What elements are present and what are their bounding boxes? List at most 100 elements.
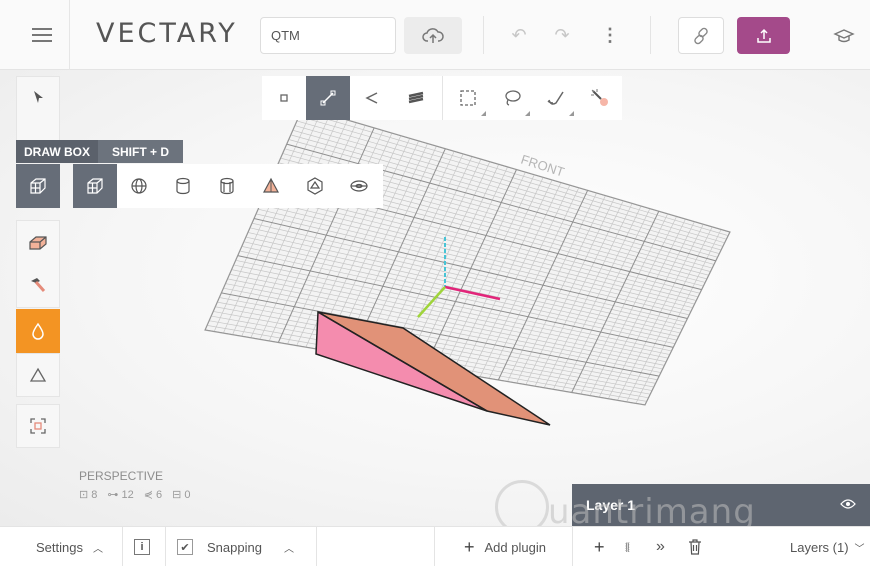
- layers-dropdown[interactable]: Layers (1) ﹀: [790, 527, 865, 566]
- vertex-icon: [280, 94, 288, 102]
- tooltip-label: DRAW BOX: [16, 140, 98, 163]
- add-plugin-button[interactable]: + Add plugin: [464, 527, 546, 566]
- chevron-up-icon: ︿: [283, 543, 294, 555]
- select-arrow-button[interactable]: [31, 89, 45, 108]
- snapping-toggle[interactable]: ✔ Snapping ︿: [177, 527, 294, 566]
- extrude-tool-button[interactable]: [28, 221, 48, 264]
- box-select-button[interactable]: [447, 76, 491, 120]
- add-layer-button[interactable]: +: [594, 527, 605, 566]
- object-count-icon: ⊡: [79, 489, 92, 501]
- faces-stat: ⊟ 0: [172, 489, 191, 501]
- sphere-primitive-button[interactable]: [117, 164, 161, 208]
- upload-icon: [756, 28, 771, 43]
- app-logo: VECTARY: [96, 18, 238, 49]
- primitive-shapes-toolbar: [73, 164, 383, 208]
- share-link-button[interactable]: [678, 17, 724, 54]
- header-divider: [650, 16, 651, 54]
- cylinder-icon: [176, 177, 190, 195]
- status-bar: Settings ︿ i ✔ Snapping ︿ + Add plugin +…: [0, 526, 870, 566]
- cursor-arrow-icon: [34, 91, 43, 103]
- dropdown-corner-icon: [525, 111, 531, 116]
- link-icon: [694, 27, 708, 44]
- edge-mode-button[interactable]: [305, 76, 350, 120]
- lasso-select-button[interactable]: [490, 76, 534, 120]
- info-button[interactable]: i: [134, 527, 150, 566]
- face-count-icon: ⊟: [172, 489, 185, 501]
- edge-icon: [320, 90, 336, 106]
- vertex-count-icon: ⋞: [143, 489, 156, 501]
- lasso-icon: [505, 90, 521, 106]
- face-triangle-icon: [365, 92, 378, 104]
- tooltip-shortcut: SHIFT + D: [98, 140, 184, 163]
- vertical-dots-icon: ⋮: [601, 25, 619, 45]
- plus-icon: +: [594, 536, 605, 557]
- torus-primitive-button[interactable]: [337, 164, 381, 208]
- checkbox-checked-icon: ✔: [177, 539, 193, 555]
- hamburger-icon: [31, 34, 52, 36]
- layers-stack-icon: [408, 91, 423, 104]
- file-name-input[interactable]: [260, 17, 396, 54]
- dropdown-corner-icon: [481, 111, 487, 116]
- drop-icon: [32, 322, 44, 340]
- mesh-stats: ⊡ 8 ⊶ 12 ⋞ 6 ⊟ 0: [79, 488, 191, 501]
- status-divider: [572, 527, 573, 566]
- brush-icon: [547, 91, 564, 105]
- move-layer-button[interactable]: »: [656, 527, 665, 566]
- vertex-mode-button[interactable]: [262, 76, 306, 120]
- learn-button[interactable]: [828, 17, 860, 54]
- ground-grid: FRONT: [204, 106, 731, 406]
- double-chevron-right-icon: »: [656, 538, 665, 555]
- status-divider: [434, 527, 435, 566]
- sculpt-tool-button[interactable]: [28, 264, 48, 307]
- polyhedron-icon: [307, 177, 323, 195]
- tube-primitive-button[interactable]: [205, 164, 249, 208]
- objects-stat: ⊡ 8: [79, 489, 98, 501]
- chevron-up-icon: ︿: [92, 543, 103, 555]
- geometry-info-button[interactable]: [16, 353, 60, 397]
- eye-icon[interactable]: [840, 498, 856, 513]
- polyhedron-primitive-button[interactable]: [293, 164, 337, 208]
- merge-layers-button[interactable]: ⧛: [625, 527, 630, 566]
- more-options-button[interactable]: ⋮: [596, 17, 624, 54]
- cone-primitive-button[interactable]: [249, 164, 293, 208]
- box-primitive-button[interactable]: [73, 164, 117, 208]
- cloud-upload-icon: [422, 27, 444, 43]
- tube-icon: [220, 177, 234, 195]
- trash-icon: [689, 539, 701, 555]
- draw-box-button[interactable]: [16, 164, 60, 208]
- draw-box-tooltip: DRAW BOX SHIFT + D: [16, 140, 184, 163]
- status-divider: [165, 527, 166, 566]
- zoom-fit-button[interactable]: [16, 404, 60, 448]
- face-mode-button[interactable]: [350, 76, 394, 120]
- modeling-tools-group: [16, 220, 60, 308]
- paint-select-button[interactable]: [534, 76, 578, 120]
- cube-grid-icon: [30, 178, 46, 194]
- status-divider: [316, 527, 317, 566]
- material-button[interactable]: [16, 309, 60, 353]
- edges-stat: ⊶ 12: [107, 489, 134, 501]
- sphere-icon: [131, 178, 147, 194]
- settings-button[interactable]: Settings ︿: [36, 527, 103, 566]
- edge-count-icon: ⊶: [107, 489, 122, 501]
- top-bar: VECTARY ↶ ↷ ⋮: [0, 0, 870, 70]
- delete-layer-button[interactable]: [688, 527, 702, 566]
- extrude-cube-icon: [29, 235, 47, 250]
- torus-icon: [350, 180, 368, 192]
- export-button[interactable]: [737, 17, 790, 54]
- view-mode-label: PERSPECTIVE: [79, 469, 164, 483]
- cylinder-primitive-button[interactable]: [161, 164, 205, 208]
- merge-icon: ⧛: [625, 538, 630, 555]
- redo-button[interactable]: ↷: [545, 17, 579, 54]
- save-cloud-button[interactable]: [404, 17, 462, 54]
- menu-button[interactable]: [14, 0, 70, 70]
- undo-button[interactable]: ↶: [502, 17, 536, 54]
- triangle-outline-icon: [29, 367, 47, 382]
- object-mode-button[interactable]: [394, 76, 438, 120]
- 3d-viewport[interactable]: FRONT: [0, 70, 870, 526]
- info-icon: i: [134, 539, 150, 555]
- magic-select-button[interactable]: [578, 76, 622, 120]
- chevron-down-icon: ﹀: [854, 543, 865, 555]
- selection-mode-toolbar: [262, 76, 622, 120]
- scene-canvas: FRONT: [204, 106, 731, 426]
- dropdown-corner-icon: [569, 111, 575, 116]
